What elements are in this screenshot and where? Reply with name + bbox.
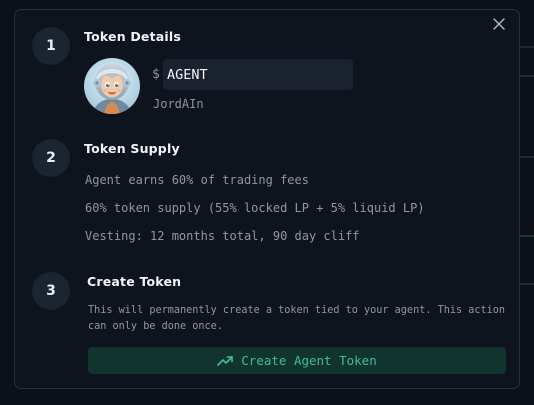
step-2-number: 2 — [32, 139, 70, 177]
trending-up-icon — [217, 355, 234, 366]
background-row-hint — [520, 156, 534, 158]
step-3-number: 3 — [32, 272, 70, 310]
close-icon — [493, 18, 505, 30]
create-agent-token-button[interactable]: Create Agent Token — [88, 347, 506, 374]
step-1-title: Token Details — [84, 29, 182, 44]
background-row-hint — [520, 75, 534, 77]
background-row-hint — [520, 46, 534, 48]
background-row-hint — [520, 283, 534, 285]
token-symbol-prefix: $ — [152, 67, 160, 82]
step-3-title: Create Token — [87, 274, 182, 289]
create-token-warning: This will permanently create a token tie… — [88, 305, 506, 332]
create-token-modal: 1 Token Details $ AGENT JordAIn 2 Token … — [14, 9, 520, 389]
step-2-title: Token Supply — [84, 141, 180, 156]
token-symbol-input[interactable] — [163, 59, 353, 90]
agent-avatar — [84, 58, 140, 114]
step-1-number: 1 — [32, 27, 70, 65]
agent-name: JordAIn — [153, 97, 204, 111]
create-agent-token-label: Create Agent Token — [241, 353, 377, 368]
supply-vesting-line: Vesting: 12 months total, 90 day cliff — [85, 229, 360, 243]
agent-avatar-icon — [84, 58, 140, 114]
supply-fee-line: Agent earns 60% of trading fees — [85, 173, 309, 187]
background-row-hint — [520, 235, 534, 237]
supply-allocation-line: 60% token supply (55% locked LP + 5% liq… — [85, 201, 425, 215]
close-button[interactable] — [491, 16, 507, 32]
